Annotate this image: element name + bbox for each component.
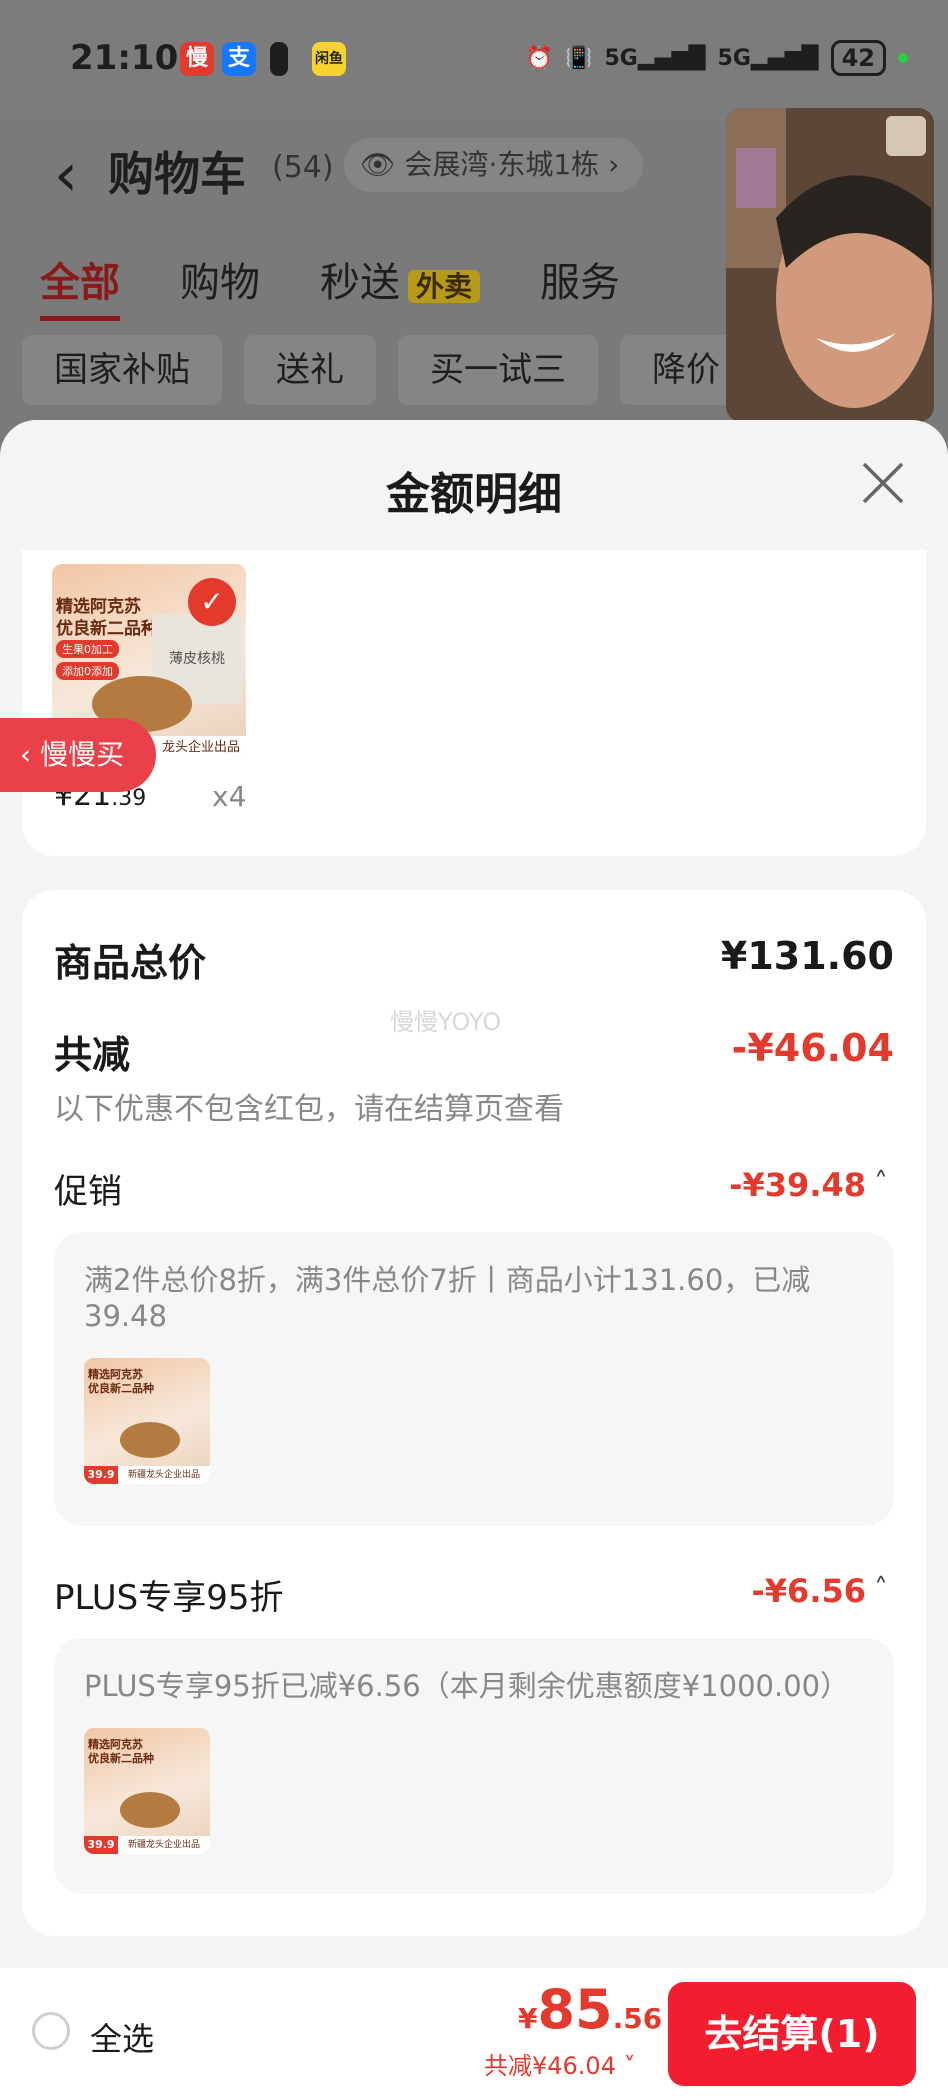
- thumb-price: 39.9: [84, 1466, 118, 1484]
- reduce-note: 以下优惠不包含红包，请在结算页查看: [54, 1092, 564, 1127]
- total-price: ¥85.56: [518, 1978, 663, 2041]
- plus-value: -¥6.56: [751, 1572, 867, 1610]
- chip-try-three[interactable]: 买一试三: [398, 335, 598, 405]
- video-feed: [726, 108, 934, 422]
- plus-label: PLUS专享95折: [54, 1578, 284, 1618]
- plus-product-thumbnail[interactable]: 精选阿克苏 优良新二品种 39.9 新疆龙头企业出品: [84, 1728, 210, 1854]
- sheet-title: 金额明细: [386, 469, 562, 520]
- plus-desc: PLUS专享95折已减¥6.56（本月剩余优惠额度¥1000.00）: [84, 1669, 850, 1703]
- thumb-title-2: 优良新二品种: [56, 619, 158, 639]
- manmanmai-app-icon: 慢: [180, 42, 214, 76]
- back-arrow-icon[interactable]: ‹: [54, 140, 78, 210]
- selected-check-icon: ✓: [188, 578, 236, 626]
- promo-thumb-title-2: 优良新二品种: [88, 1382, 154, 1395]
- select-all-radio[interactable]: [32, 2012, 70, 2050]
- chevron-left-icon: ‹: [20, 738, 41, 771]
- total-value: ¥131.60: [720, 934, 894, 978]
- chevron-up-icon[interactable]: ˄: [874, 1166, 888, 1199]
- tab-shopping[interactable]: 购物: [180, 250, 260, 321]
- reduce-label: 共减: [54, 1033, 131, 1077]
- total-label: 商品总价: [54, 941, 207, 985]
- signal-icon-2: 5G▂▄▆█: [717, 45, 819, 71]
- location-text: 会展湾·东城1栋: [404, 148, 600, 181]
- alarm-icon: ⏰: [525, 45, 554, 71]
- battery-icon: 42: [830, 40, 886, 76]
- promo-product-thumbnail[interactable]: 精选阿克苏 优良新二品种 39.9 新疆龙头企业出品: [84, 1358, 210, 1484]
- promo-value: -¥39.48: [729, 1166, 866, 1204]
- thumb-price: 39.9: [84, 1836, 118, 1854]
- eye-icon: 👁: [360, 148, 396, 181]
- bottom-reduce-text[interactable]: 共减¥46.04 ˅: [484, 2046, 636, 2081]
- tab-all[interactable]: 全部: [40, 250, 120, 321]
- chevron-down-icon: ˅: [623, 2052, 636, 2080]
- thumb-tag-1: 生果0加工: [56, 640, 119, 658]
- cart-tabs: 全部 购物 秒送 外卖 服务: [40, 250, 620, 321]
- vibrate-icon: 📳: [565, 45, 593, 71]
- checkout-button[interactable]: 去结算(1): [668, 1982, 916, 2086]
- cart-count: (54): [272, 150, 334, 185]
- walnut-image: [120, 1422, 180, 1458]
- xianyu-app-icon: 闲鱼: [312, 42, 346, 76]
- privacy-dot-icon: [898, 53, 908, 63]
- walnut-image: [120, 1792, 180, 1828]
- thumb-footer: 新疆龙头企业出品: [118, 1466, 210, 1484]
- chip-national-subsidy[interactable]: 国家补贴: [22, 335, 222, 405]
- promo-desc: 满2件总价8折，满3件总价7折丨商品小计131.60，已减39.48: [84, 1263, 811, 1333]
- chevron-up-icon[interactable]: ˄: [874, 1572, 888, 1605]
- status-time: 21:10: [70, 38, 179, 78]
- filter-chips: 国家补贴 送礼 买一试三 降价: [22, 335, 752, 405]
- reduce-value: -¥46.04: [731, 1026, 894, 1070]
- watermark: 慢慢YOYO: [390, 1008, 502, 1036]
- promo-label: 促销: [54, 1172, 122, 1212]
- thumb-footer: 新疆龙头企业出品: [118, 1836, 210, 1854]
- video-call-overlay[interactable]: [726, 108, 934, 422]
- chevron-right-icon: ›: [608, 148, 620, 181]
- tab-instant[interactable]: 秒送 外卖: [320, 250, 481, 321]
- manmanmai-float-button[interactable]: ‹ 慢慢买: [0, 718, 156, 792]
- chip-gift[interactable]: 送礼: [244, 335, 376, 405]
- select-all-label[interactable]: 全选: [90, 2014, 154, 2060]
- close-icon[interactable]: [858, 458, 908, 508]
- battery-saver-icon: [270, 42, 288, 76]
- takeout-badge: 外卖: [408, 270, 481, 303]
- signal-icon: 5G▂▄▆█: [604, 45, 706, 71]
- alipay-app-icon: 支: [222, 42, 256, 76]
- status-indicators: ⏰ 📳 5G▂▄▆█ 5G▂▄▆█ 42: [526, 40, 908, 76]
- plus-thumb-title-2: 优良新二品种: [88, 1752, 154, 1765]
- location-selector[interactable]: 👁 会展湾·东城1栋 ›: [344, 138, 644, 192]
- product-qty: x4: [212, 780, 247, 813]
- tab-service[interactable]: 服务: [540, 250, 620, 321]
- page-title: 购物车: [108, 147, 246, 201]
- thumb-tag-2: 添加0添加: [56, 662, 119, 680]
